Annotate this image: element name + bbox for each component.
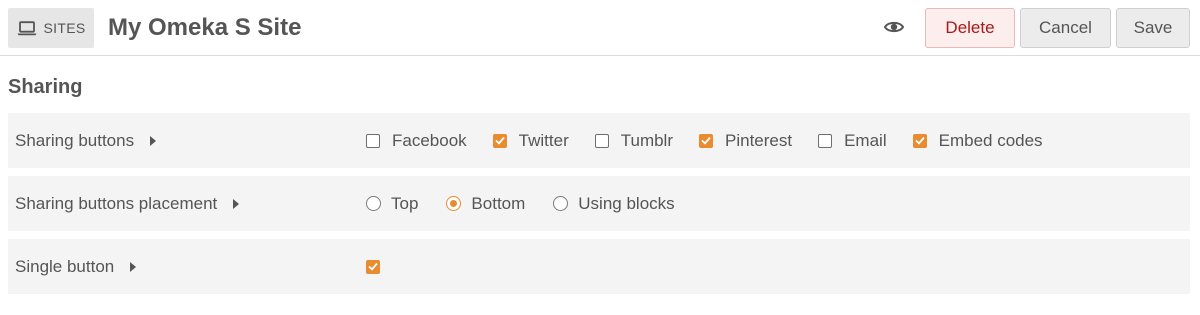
single-button-row: Single button xyxy=(8,239,1190,294)
sites-button[interactable]: SITES xyxy=(8,8,94,48)
tumblr-checkbox[interactable] xyxy=(594,133,609,148)
pinterest-checkbox[interactable] xyxy=(699,133,713,148)
option-label: Facebook xyxy=(392,130,467,150)
option-twitter[interactable]: Twitter xyxy=(492,130,569,151)
option-email[interactable]: Email xyxy=(818,131,887,151)
top-radio[interactable] xyxy=(366,196,381,211)
laptop-icon xyxy=(17,20,37,35)
option-label: Embed codes xyxy=(938,130,1043,150)
single-button-options xyxy=(366,239,392,294)
option-label: Top xyxy=(391,193,419,213)
checkmark-icon xyxy=(701,136,711,145)
option-label: Tumblr xyxy=(620,130,673,150)
option-label: Email xyxy=(844,130,887,150)
twitter-checkbox[interactable] xyxy=(492,133,507,148)
sharing-buttons-label: Sharing buttons xyxy=(15,130,135,150)
radio-selected-dot xyxy=(450,200,458,207)
option-label: Bottom xyxy=(471,193,526,213)
option-label: Using blocks xyxy=(578,193,675,213)
sharing-placement-options: Top Bottom Using blocks xyxy=(366,176,675,231)
option-label: Pinterest xyxy=(725,130,793,150)
checkmark-icon xyxy=(914,136,925,145)
single-button-checkbox[interactable] xyxy=(366,259,380,274)
page-title: My Omeka S Site xyxy=(108,14,302,41)
caret-right-icon[interactable] xyxy=(130,261,137,272)
caret-right-icon[interactable] xyxy=(150,135,157,146)
option-label: Twitter xyxy=(518,130,569,150)
email-checkbox[interactable] xyxy=(818,133,833,148)
facebook-checkbox[interactable] xyxy=(366,133,380,148)
section-heading: Sharing xyxy=(8,76,83,98)
option-bottom[interactable]: Bottom xyxy=(446,194,525,214)
delete-button[interactable]: Delete xyxy=(925,8,1015,48)
row-label[interactable]: Sharing buttons placement xyxy=(15,176,240,231)
option-pinterest[interactable]: Pinterest xyxy=(699,131,792,151)
save-button[interactable]: Save xyxy=(1116,8,1190,48)
row-label[interactable]: Sharing buttons xyxy=(15,113,157,168)
sharing-buttons-row: Sharing buttons Facebook Twitter Tumblr … xyxy=(8,113,1190,168)
sites-label: SITES xyxy=(43,20,86,36)
sharing-placement-row: Sharing buttons placement Top Bottom Usi… xyxy=(8,176,1190,231)
sharing-buttons-options: Facebook Twitter Tumblr Pinterest Email xyxy=(366,113,1043,168)
bottom-radio[interactable] xyxy=(446,196,462,211)
using-blocks-radio[interactable] xyxy=(553,196,569,211)
option-using-blocks[interactable]: Using blocks xyxy=(553,193,675,214)
checkmark-icon xyxy=(368,262,378,271)
caret-right-icon[interactable] xyxy=(233,198,240,209)
option-tumblr[interactable]: Tumblr xyxy=(594,130,673,151)
row-label[interactable]: Single button xyxy=(15,239,137,294)
eye-icon[interactable] xyxy=(884,19,904,35)
checkmark-icon xyxy=(495,136,505,145)
embed-codes-checkbox[interactable] xyxy=(912,133,927,148)
single-button-label: Single button xyxy=(15,256,115,276)
option-embed-codes[interactable]: Embed codes xyxy=(912,130,1043,151)
option-top[interactable]: Top xyxy=(366,194,418,214)
cancel-button[interactable]: Cancel xyxy=(1020,8,1111,48)
sharing-placement-label: Sharing buttons placement xyxy=(15,193,218,213)
option-facebook[interactable]: Facebook xyxy=(366,131,467,151)
page-header: SITES My Omeka S Site Delete Cancel Save xyxy=(0,0,1200,56)
